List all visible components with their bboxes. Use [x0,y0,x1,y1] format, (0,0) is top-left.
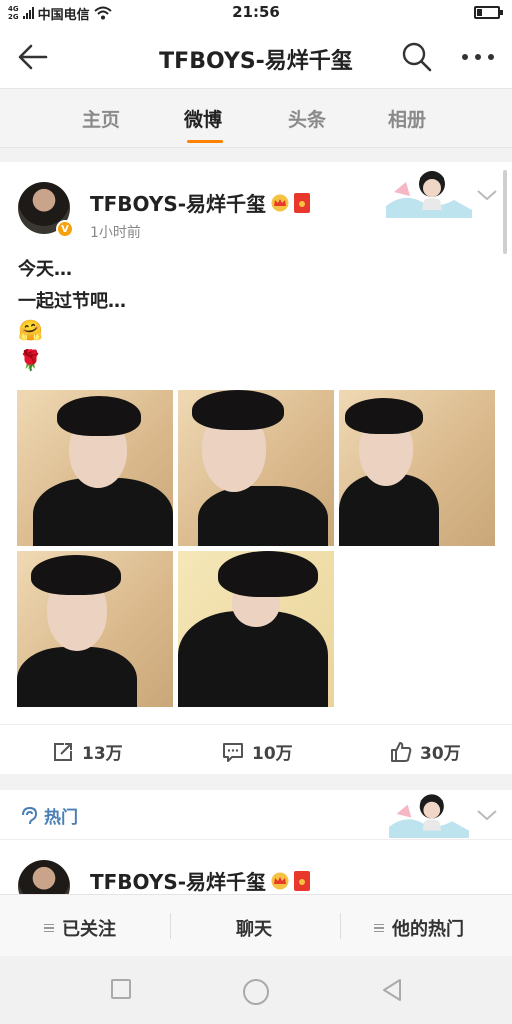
post-photo[interactable] [178,551,334,707]
search-icon[interactable] [402,42,432,72]
rose-emoji: 🌹 [18,348,43,372]
crown-icon [271,194,289,211]
tab-album[interactable]: 相册 [388,105,426,132]
system-nav-bar [0,956,512,1024]
comment-button[interactable]: 10万 [222,739,293,764]
chevron-down-icon[interactable] [476,808,498,822]
divider [340,913,341,939]
post-text: 今天… 一起过节吧… [18,254,126,318]
post-author[interactable]: TFBOYS-易烊千玺 [90,866,311,895]
menu-icon [374,923,384,933]
status-bar: 4G 2G 中国电信 21:56 [0,0,512,26]
chat-button[interactable]: 聊天 [236,915,272,941]
profile-bottom-bar: 已关注 聊天 他的热门 [0,894,512,956]
profile-tabs: 主页 微博 头条 相册 [0,88,512,148]
hug-emoji: 🤗 [18,318,43,342]
post-photo[interactable] [339,390,495,546]
followed-label: 已关注 [62,919,116,940]
comment-count: 10万 [252,744,293,764]
post-author-name: TFBOYS-易烊千玺 [90,192,267,216]
his-hot-button[interactable]: 他的热门 [374,915,464,941]
repost-button[interactable]: 13万 [52,739,123,764]
like-button[interactable]: 30万 [390,739,461,764]
red-envelope-icon [294,192,311,213]
divider [170,913,171,939]
chevron-down-icon[interactable] [476,188,498,202]
page-title: TFBOYS-易烊千玺 [159,49,353,74]
thumbs-up-icon [391,741,412,762]
post-author-name: TFBOYS-易烊千玺 [90,870,267,894]
crown-icon [271,872,289,889]
post-card[interactable]: TFBOYS-易烊千玺 [0,840,512,912]
tab-weibo[interactable]: 微博 [184,105,222,132]
tab-headlines[interactable]: 头条 [288,105,326,132]
like-count: 30万 [420,744,461,764]
post-time: 1小时前 [90,225,141,241]
scrollbar[interactable] [503,170,507,254]
post-actions: 13万 10万 30万 [0,724,512,774]
top-nav-bar: TFBOYS-易烊千玺 [0,26,512,88]
verified-badge: V [56,220,74,238]
tab-home[interactable]: 主页 [82,105,120,132]
his-hot-label: 他的热门 [392,919,464,940]
more-dots-icon[interactable] [460,42,496,72]
home-circle-icon[interactable] [242,978,270,1006]
hot-section-header[interactable]: 热门 [0,790,512,840]
post-photo[interactable] [178,390,334,546]
clock: 21:56 [232,3,280,21]
hot-ear-icon [22,806,38,824]
chat-label: 聊天 [236,919,272,940]
comment-icon [223,742,243,762]
repost-count: 13万 [82,744,123,764]
battery-icon [474,6,503,19]
hot-label: 热门 [20,803,78,828]
back-triangle-icon[interactable] [380,978,404,1002]
repost-icon [54,742,72,761]
post-photo[interactable] [17,390,173,546]
cover-sticker-icon [386,171,472,218]
post-author[interactable]: TFBOYS-易烊千玺 [90,188,311,217]
post-line: 今天… [18,259,72,280]
hot-label-text: 热门 [44,808,78,828]
post-line: 一起过节吧… [18,291,126,312]
post-photo[interactable] [17,551,173,707]
active-tab-indicator [187,140,223,143]
red-envelope-icon [294,870,311,891]
post-card[interactable]: V TFBOYS-易烊千玺 1小时前 今天… 一起过节吧… 🤗 🌹 13万 10… [0,162,512,774]
cover-sticker-icon [389,794,469,838]
menu-icon [44,923,54,933]
recents-square-icon[interactable] [110,978,132,1000]
followed-button[interactable]: 已关注 [44,915,116,941]
